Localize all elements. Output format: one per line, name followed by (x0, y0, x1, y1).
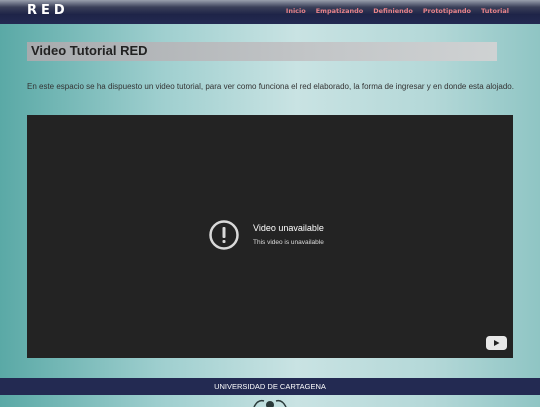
brand-logo[interactable]: RED (27, 3, 69, 18)
nav-tutorial[interactable]: Tutorial (481, 7, 509, 15)
youtube-logo-icon[interactable] (486, 336, 507, 350)
nav-prototipando[interactable]: Prototipando (423, 7, 471, 15)
page-description: En este espacio se ha dispuesto un video… (27, 82, 514, 91)
page-title: Video Tutorial RED (31, 43, 148, 58)
nav-inicio[interactable]: Inicio (286, 7, 306, 15)
video-unavailable-title: Video unavailable (253, 223, 324, 233)
nav-empatizando[interactable]: Empatizando (316, 7, 364, 15)
main-nav: Inicio Empatizando Definiendo Prototipan… (286, 7, 509, 15)
footer-text: UNIVERSIDAD DE CARTAGENA (214, 382, 326, 391)
page-title-bar: Video Tutorial RED (27, 42, 497, 61)
top-navbar: RED Inicio Empatizando Definiendo Protot… (0, 0, 540, 24)
emblem-icon (253, 399, 287, 407)
video-player[interactable]: Video unavailable This video is unavaila… (27, 115, 513, 358)
alert-icon (209, 220, 239, 250)
footer: UNIVERSIDAD DE CARTAGENA (0, 378, 540, 395)
video-unavailable-message: This video is unavailable (253, 239, 324, 246)
nav-definiendo[interactable]: Definiendo (373, 7, 413, 15)
